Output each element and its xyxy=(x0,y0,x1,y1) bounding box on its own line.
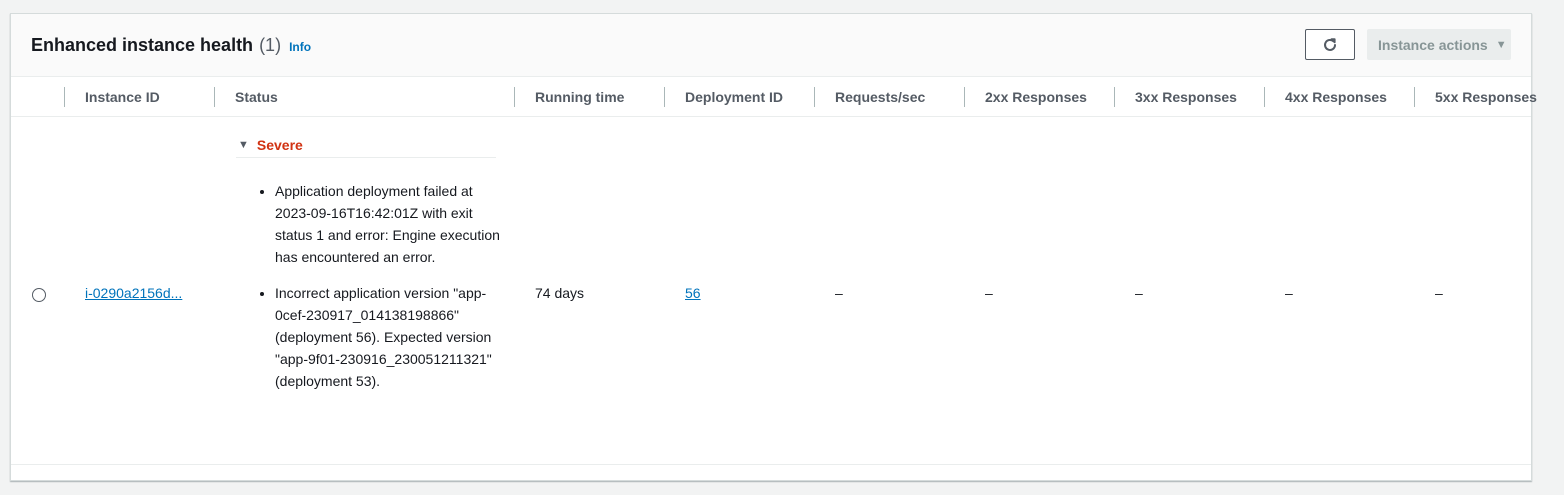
column-separator xyxy=(664,87,665,107)
column-header-requests-sec[interactable]: Requests/sec xyxy=(835,77,925,117)
instance-count: (1) xyxy=(259,35,282,55)
column-header-3xx[interactable]: 3xx Responses xyxy=(1135,77,1237,117)
column-header-deployment-id[interactable]: Deployment ID xyxy=(685,77,783,117)
responses-3xx-value: – xyxy=(1135,285,1143,301)
deployment-id-link[interactable]: 56 xyxy=(685,285,701,301)
list-item: Application deployment failed at 2023-09… xyxy=(275,180,502,268)
table-row: i-0290a2156d... ▼ Severe Application dep… xyxy=(11,117,1531,465)
row-select-radio[interactable] xyxy=(32,288,46,302)
instance-health-panel: Enhanced instance health (1) Info Instan… xyxy=(10,13,1537,481)
list-item: Incorrect application version "app-0cef-… xyxy=(275,282,502,392)
status-expander[interactable]: ▼ Severe xyxy=(236,132,496,158)
panel-header: Enhanced instance health (1) Info Instan… xyxy=(11,14,1531,77)
panel-title-group: Enhanced instance health (1) Info xyxy=(31,35,311,56)
column-separator xyxy=(1114,87,1115,107)
responses-4xx-value: – xyxy=(1285,285,1293,301)
panel-title: Enhanced instance health xyxy=(31,35,254,55)
column-separator xyxy=(814,87,815,107)
column-header-instance-id[interactable]: Instance ID xyxy=(85,77,160,117)
requests-sec-value: – xyxy=(835,285,843,301)
column-separator xyxy=(964,87,965,107)
table-header: Instance ID Status Running time Deployme… xyxy=(11,77,1537,117)
column-separator xyxy=(1414,87,1415,107)
column-separator xyxy=(514,87,515,107)
column-separator xyxy=(214,87,215,107)
column-header-5xx[interactable]: 5xx Responses xyxy=(1435,77,1537,117)
refresh-button[interactable] xyxy=(1305,29,1355,60)
column-separator xyxy=(64,87,65,107)
instance-actions-label: Instance actions xyxy=(1378,36,1488,53)
caret-down-icon: ▼ xyxy=(238,138,249,151)
status-causes-list: Application deployment failed at 2023-09… xyxy=(254,180,502,406)
column-header-status[interactable]: Status xyxy=(235,77,278,117)
info-link[interactable]: Info xyxy=(289,40,311,54)
responses-5xx-value: – xyxy=(1435,285,1443,301)
column-separator xyxy=(1264,87,1265,107)
instance-id-link[interactable]: i-0290a2156d... xyxy=(85,285,182,301)
running-time-value: 74 days xyxy=(535,285,585,301)
instance-actions-button[interactable]: Instance actions ▼ xyxy=(1367,29,1511,60)
caret-down-icon: ▼ xyxy=(1495,38,1507,51)
responses-2xx-value: – xyxy=(985,285,993,301)
status-severe-label: Severe xyxy=(256,136,303,153)
column-header-4xx[interactable]: 4xx Responses xyxy=(1285,77,1387,117)
column-header-2xx[interactable]: 2xx Responses xyxy=(985,77,1087,117)
column-header-running-time[interactable]: Running time xyxy=(535,77,624,117)
refresh-icon xyxy=(1324,37,1336,51)
